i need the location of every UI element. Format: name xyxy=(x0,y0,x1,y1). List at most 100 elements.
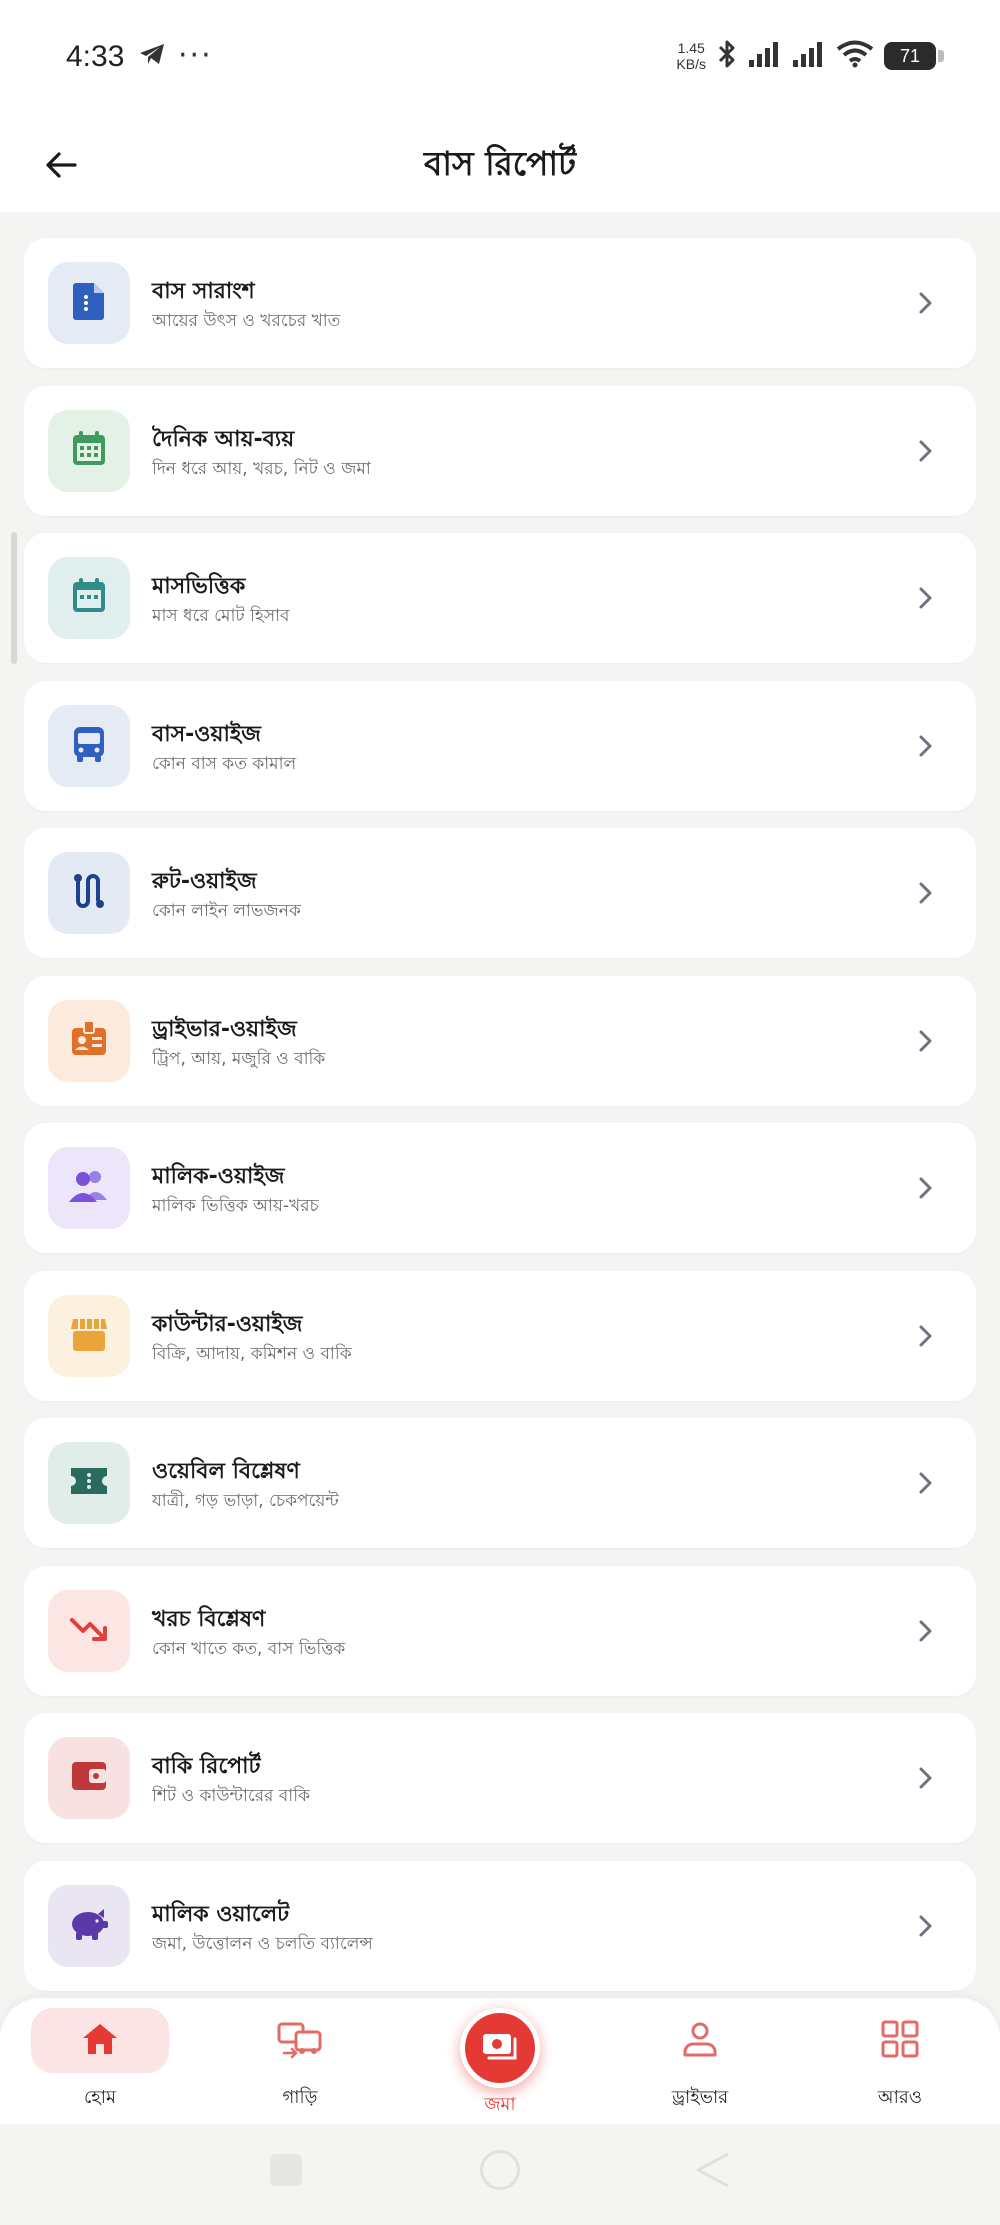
report-card-owner-wallet[interactable]: মালিক ওয়ালেট জমা, উত্তোলন ও চলতি ব্যালে… xyxy=(24,1860,976,1991)
status-bar: 4:33 ··· 1.45 KB/s 71 xyxy=(0,0,1000,120)
chevron-right-icon xyxy=(910,1911,940,1941)
telegram-icon xyxy=(138,42,166,70)
report-title: খরচ বিশ্লেষণ xyxy=(152,1606,266,1632)
report-subtitle: শিট ও কাউন্টারের বাকি xyxy=(152,1786,310,1806)
deposit-button[interactable] xyxy=(460,2008,540,2088)
back-system-button[interactable] xyxy=(696,2152,730,2192)
chevron-right-icon xyxy=(910,1468,940,1498)
chevron-right-icon xyxy=(910,288,940,318)
report-title: বাস সারাংশ xyxy=(152,279,255,304)
bluetooth-icon xyxy=(716,38,738,74)
nav-home-label: হোম xyxy=(84,2087,116,2108)
report-icon-tile xyxy=(48,1884,130,1967)
chevron-right-icon xyxy=(910,1321,940,1351)
home-system-button[interactable] xyxy=(480,2150,520,2190)
nav-more-label: আরও xyxy=(877,2087,923,2108)
chevron-right-icon xyxy=(910,1173,940,1203)
report-subtitle: ট্রিপ, আয়, মজুরি ও বাকি xyxy=(152,1048,326,1069)
nav-deposit[interactable]: জমা xyxy=(430,1998,570,2121)
chevron-right-icon xyxy=(910,583,940,613)
calendar-month-icon xyxy=(69,576,109,620)
document-icon xyxy=(70,281,108,325)
user-icon xyxy=(680,2019,720,2063)
report-icon-tile xyxy=(48,1147,130,1229)
report-list: বাস সারাংশ আয়ের উৎস ও খরচের খাত দৈনিক আ… xyxy=(24,238,976,2008)
battery-indicator: 71 xyxy=(884,42,944,70)
nav-driver[interactable]: ড্রাইভার xyxy=(630,2008,770,2114)
chevron-right-icon xyxy=(910,436,940,466)
nav-more[interactable]: আরও xyxy=(830,2008,970,2114)
chevron-right-icon xyxy=(910,1763,940,1793)
scrollbar[interactable] xyxy=(11,532,17,664)
home-icon xyxy=(80,2021,120,2061)
report-card-owner-wise[interactable]: মালিক-ওয়াইজ মালিক ভিত্তিক আয়-খরচ xyxy=(24,1123,976,1253)
report-title: মাসভিত্তিক xyxy=(152,574,246,599)
signal-icon xyxy=(748,40,782,72)
users-icon xyxy=(68,1168,110,1208)
chevron-right-icon xyxy=(910,1616,940,1646)
system-nav-bar xyxy=(0,2124,1000,2225)
report-subtitle: বিক্রি, আদায়, কমিশন ও বাকি xyxy=(152,1343,352,1364)
nav-home-highlight xyxy=(31,2008,169,2073)
report-icon-tile xyxy=(48,262,130,344)
report-subtitle: আয়ের উৎস ও খরচের খাত xyxy=(152,311,341,331)
report-card-driver-wise[interactable]: ড্রাইভার-ওয়াইজ ট্রিপ, আয়, মজুরি ও বাকি xyxy=(24,975,976,1106)
report-card-monthly[interactable]: মাসভিত্তিক মাস ধরে মোট হিসাব xyxy=(24,533,976,663)
nav-deposit-label: জমা xyxy=(484,2094,516,2115)
store-icon xyxy=(69,1315,109,1357)
app-header: বাস রিপোর্ট xyxy=(0,120,1000,212)
report-title: ওয়েবিল বিশ্লেষণ xyxy=(152,1459,300,1484)
vehicles-icon xyxy=(276,2019,324,2063)
report-title: মালিক ওয়ালেট xyxy=(152,1901,290,1927)
ticket-icon xyxy=(68,1465,110,1501)
report-card-route-wise[interactable]: রুট-ওয়াইজ কোন লাইন লাভজনক xyxy=(24,828,976,958)
report-card-daily[interactable]: দৈনিক আয়-ব্যয় দিন ধরে আয়, খরচ, নিট ও … xyxy=(24,385,976,516)
report-subtitle: জমা, উত্তোলন ও চলতি ব্যালেন্স xyxy=(152,1933,373,1954)
more-dots-icon: ··· xyxy=(178,38,213,73)
report-subtitle: যাত্রী, গড় ভাড়া, চেকপয়েন্ট xyxy=(152,1491,339,1511)
report-card-counter-wise[interactable]: কাউন্টার-ওয়াইজ বিক্রি, আদায়, কমিশন ও ব… xyxy=(24,1270,976,1401)
report-subtitle: কোন লাইন লাভজনক xyxy=(152,901,301,921)
nav-cars[interactable]: গাড়ি xyxy=(230,2008,370,2114)
report-icon-tile xyxy=(48,1294,130,1377)
report-title: বাকি রিপোর্ট xyxy=(152,1754,261,1779)
report-title: রুট-ওয়াইজ xyxy=(152,869,257,894)
piggy-bank-icon xyxy=(68,1906,110,1946)
nav-home[interactable]: হোম xyxy=(30,2008,170,2114)
status-time: 4:33 xyxy=(66,40,125,73)
report-icon-tile xyxy=(48,409,130,492)
report-subtitle: মালিক ভিত্তিক আয়-খরচ xyxy=(152,1196,319,1216)
chevron-right-icon xyxy=(910,878,940,908)
recent-apps-button[interactable] xyxy=(270,2154,302,2186)
report-card-due[interactable]: বাকি রিপোর্ট শিট ও কাউন্টারের বাকি xyxy=(24,1713,976,1843)
report-title: কাউন্টার-ওয়াইজ xyxy=(152,1311,303,1337)
chevron-right-icon xyxy=(910,1026,940,1056)
report-card-bus-summary[interactable]: বাস সারাংশ আয়ের উৎস ও খরচের খাত xyxy=(24,238,976,368)
wifi-icon xyxy=(836,40,874,72)
cash-icon xyxy=(480,2030,520,2066)
report-title: বাস-ওয়াইজ xyxy=(152,721,261,747)
report-card-bus-wise[interactable]: বাস-ওয়াইজ কোন বাস কত কামাল xyxy=(24,680,976,811)
report-title: দৈনিক আয়-ব্যয় xyxy=(152,426,295,452)
nav-driver-label: ড্রাইভার xyxy=(671,2087,729,2108)
report-subtitle: কোন খাতে কত, বাস ভিত্তিক xyxy=(152,1638,346,1659)
report-card-waybill[interactable]: ওয়েবিল বিশ্লেষণ যাত্রী, গড় ভাড়া, চেকপ… xyxy=(24,1418,976,1548)
report-title: মালিক-ওয়াইজ xyxy=(152,1164,285,1189)
page-title: বাস রিপোর্ট xyxy=(423,144,577,183)
bus-icon xyxy=(71,724,107,768)
report-card-expense-analysis[interactable]: খরচ বিশ্লেষণ কোন খাতে কত, বাস ভিত্তিক xyxy=(24,1565,976,1696)
report-icon-tile xyxy=(48,999,130,1082)
bottom-nav: হোম গাড়ি জমা ড্রাইভার আরও xyxy=(0,1998,1000,2124)
trend-down-icon xyxy=(69,1613,109,1649)
calendar-icon xyxy=(69,429,109,473)
grid-icon xyxy=(880,2019,920,2063)
report-subtitle: কোন বাস কত কামাল xyxy=(152,753,297,774)
report-icon-tile xyxy=(48,704,130,787)
report-icon-tile xyxy=(48,557,130,639)
report-title: ড্রাইভার-ওয়াইজ xyxy=(152,1016,297,1042)
wallet-icon xyxy=(69,1758,109,1798)
report-icon-tile xyxy=(48,1442,130,1524)
chevron-right-icon xyxy=(910,731,940,761)
route-icon xyxy=(69,871,109,915)
signal-icon-2 xyxy=(792,40,826,72)
